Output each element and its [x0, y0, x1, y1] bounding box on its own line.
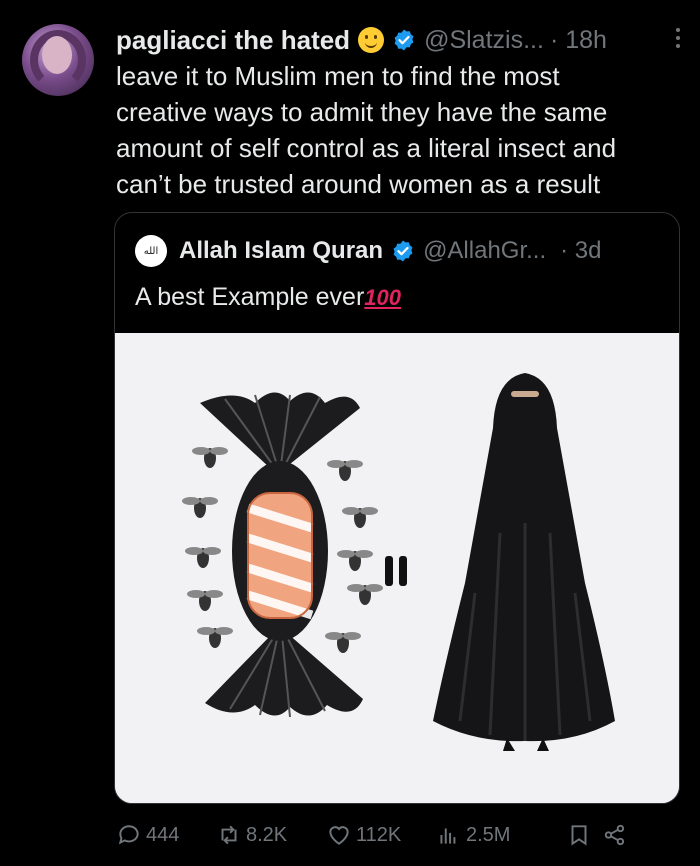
- share-button[interactable]: [602, 822, 632, 848]
- tweet-text: leave it to Muslim men to find the most …: [116, 58, 686, 202]
- reply-icon: [118, 825, 139, 845]
- repost-button[interactable]: 8.2K: [216, 822, 326, 848]
- tweet-text-line: leave it to Muslim men to find the most: [116, 61, 560, 91]
- verified-icon: [393, 240, 413, 262]
- more-icon[interactable]: [676, 28, 680, 48]
- tweet-header: pagliacci the hated @Slatzis... · 18h: [116, 22, 684, 58]
- quote-avatar[interactable]: الله: [135, 235, 167, 267]
- tweet-text-line: amount of self control as a literal inse…: [116, 133, 617, 163]
- quote-image[interactable]: [115, 333, 680, 804]
- share-icon: [604, 824, 625, 846]
- reply-count: 444: [146, 823, 180, 846]
- quote-text: A best Example ever100: [135, 283, 402, 311]
- quote-handle[interactable]: @AllahGr...: [423, 237, 546, 265]
- repost-icon: [221, 825, 237, 845]
- like-button[interactable]: 112K: [326, 822, 436, 848]
- tweet-text-line: can’t be trusted around women as a resul…: [116, 169, 601, 199]
- bookmark-icon: [571, 825, 587, 846]
- like-count: 112K: [356, 823, 402, 846]
- tweet-text-line: creative ways to admit they have the sam…: [116, 97, 608, 127]
- quoted-tweet[interactable]: الله Allah Islam Quran @AllahGr... · 3d …: [114, 212, 680, 804]
- bookmark-button[interactable]: [566, 822, 602, 848]
- views-count: 2.5M: [466, 823, 511, 846]
- author-handle[interactable]: @Slatzis...: [424, 26, 544, 55]
- reply-button[interactable]: 444: [116, 822, 216, 848]
- quote-header: الله Allah Islam Quran @AllahGr... · 3d: [135, 235, 602, 267]
- quote-time[interactable]: · 3d: [560, 237, 601, 265]
- views-button[interactable]: 2.5M: [436, 822, 566, 848]
- repost-count: 8.2K: [246, 823, 288, 846]
- candy-body: [232, 461, 328, 641]
- action-bar: 444 8.2K 112K 2.5M: [116, 818, 680, 852]
- tweet-time[interactable]: · 18h: [550, 26, 607, 55]
- verified-icon: [394, 29, 414, 51]
- smiley-emoji-icon: [358, 27, 385, 53]
- avatar-face: [42, 36, 72, 74]
- views-icon: [440, 828, 456, 844]
- author-avatar[interactable]: [22, 24, 94, 96]
- author-name[interactable]: pagliacci the hated: [116, 25, 350, 56]
- like-icon: [329, 826, 349, 845]
- hundred-emoji-icon: 100: [364, 285, 402, 310]
- quote-author-name[interactable]: Allah Islam Quran: [179, 237, 383, 265]
